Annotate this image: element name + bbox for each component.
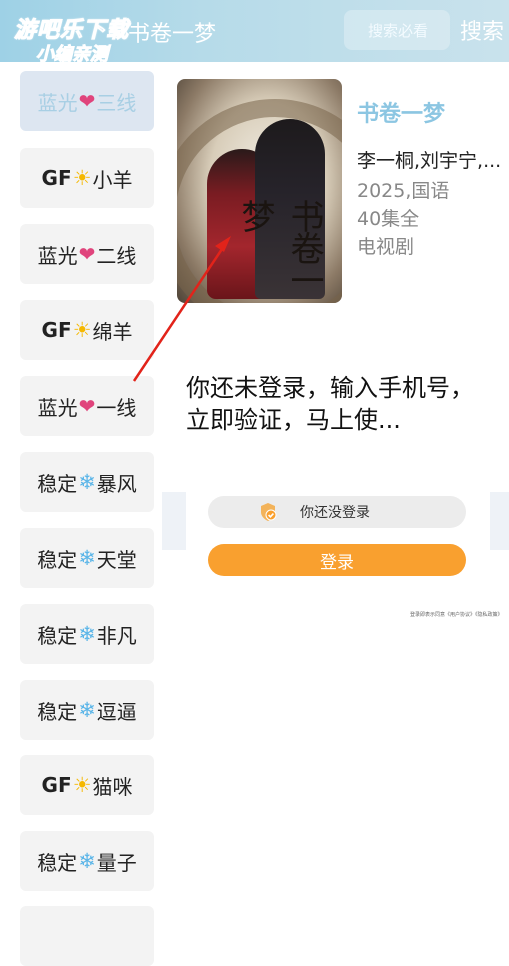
sidebar-item-more[interactable] xyxy=(20,906,154,966)
annotation-arrow xyxy=(132,236,231,382)
